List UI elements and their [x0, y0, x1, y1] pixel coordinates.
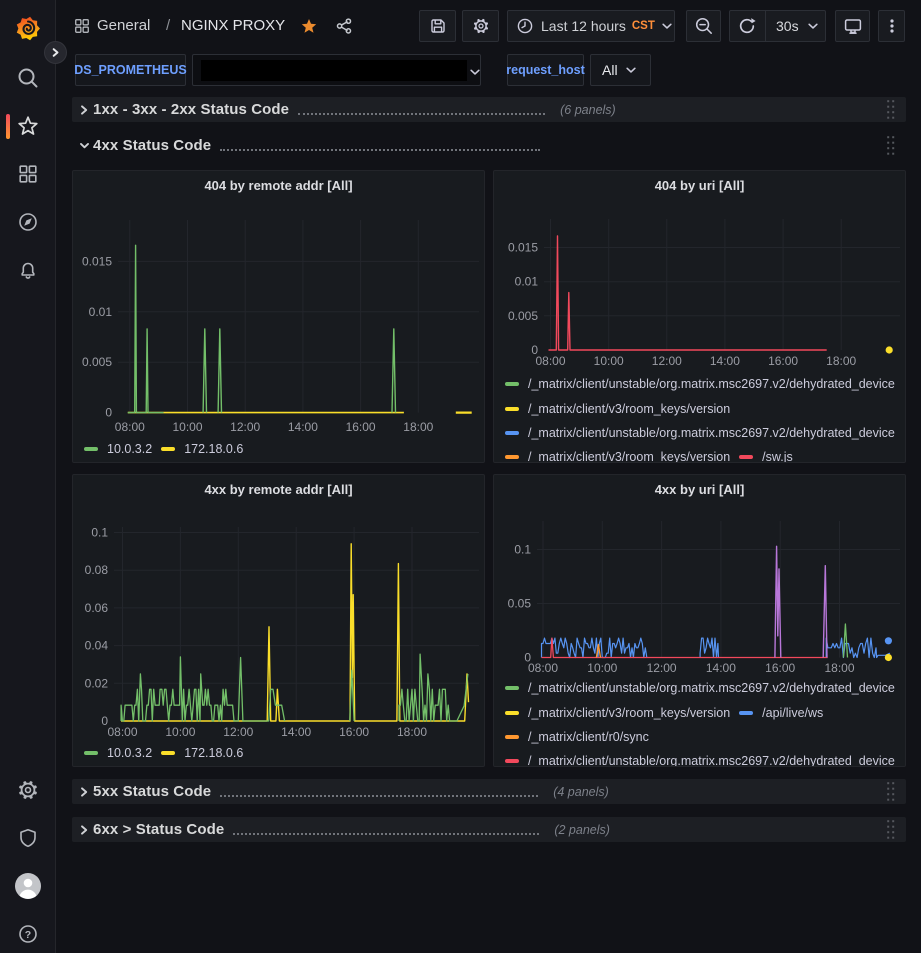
svg-text:14:00: 14:00 [710, 354, 740, 368]
svg-text:16:00: 16:00 [346, 420, 376, 434]
svg-text:16:00: 16:00 [765, 661, 795, 675]
svg-text:08:00: 08:00 [528, 661, 558, 675]
svg-text:08:00: 08:00 [535, 354, 565, 368]
svg-text:0.05: 0.05 [508, 597, 532, 611]
svg-text:16:00: 16:00 [768, 354, 798, 368]
svg-text:0.04: 0.04 [85, 639, 109, 653]
svg-text:12:00: 12:00 [223, 725, 253, 739]
svg-text:10:00: 10:00 [165, 725, 195, 739]
svg-text:0.08: 0.08 [85, 563, 109, 577]
svg-text:18:00: 18:00 [826, 354, 856, 368]
svg-text:18:00: 18:00 [397, 725, 427, 739]
svg-text:12:00: 12:00 [230, 420, 260, 434]
svg-text:0: 0 [105, 406, 112, 420]
svg-text:0.1: 0.1 [514, 543, 531, 557]
svg-text:0.015: 0.015 [82, 254, 112, 268]
svg-text:14:00: 14:00 [281, 725, 311, 739]
svg-text:12:00: 12:00 [647, 661, 677, 675]
svg-text:10:00: 10:00 [594, 354, 624, 368]
svg-text:18:00: 18:00 [824, 661, 854, 675]
svg-text:0.005: 0.005 [82, 355, 112, 369]
svg-text:10:00: 10:00 [587, 661, 617, 675]
svg-text:0.06: 0.06 [85, 601, 109, 615]
svg-text:0.005: 0.005 [508, 309, 538, 323]
svg-text:14:00: 14:00 [288, 420, 318, 434]
svg-text:0.015: 0.015 [508, 241, 538, 255]
svg-text:0.01: 0.01 [89, 305, 113, 319]
svg-text:08:00: 08:00 [115, 420, 145, 434]
svg-text:08:00: 08:00 [107, 725, 137, 739]
svg-text:0.01: 0.01 [515, 275, 539, 289]
svg-text:0.02: 0.02 [85, 676, 109, 690]
svg-text:16:00: 16:00 [339, 725, 369, 739]
svg-text:18:00: 18:00 [403, 420, 433, 434]
svg-text:14:00: 14:00 [706, 661, 736, 675]
svg-text:12:00: 12:00 [652, 354, 682, 368]
svg-text:0.1: 0.1 [91, 526, 108, 540]
svg-text:?: ? [25, 929, 31, 941]
svg-text:10:00: 10:00 [172, 420, 202, 434]
